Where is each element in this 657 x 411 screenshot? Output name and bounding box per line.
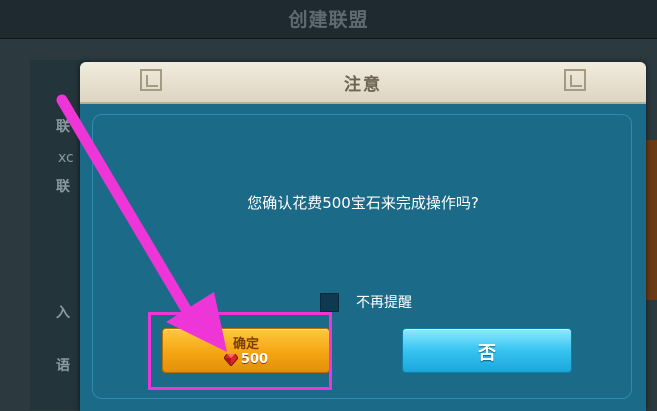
ornament-icon <box>564 69 586 91</box>
dialog-title-bar: 注意 <box>80 62 646 104</box>
dialog-title: 注意 <box>344 75 382 95</box>
background-label: xc <box>58 150 74 166</box>
dont-remind-label: 不再提醒 <box>356 295 412 311</box>
no-button[interactable]: 否 <box>402 328 572 373</box>
background-header-title: 创建联盟 <box>288 9 369 31</box>
game-screen: 创建联盟 联 xc 联 入 语 注意 您确认花费500宝石来完成操作吗? 不再提… <box>0 0 657 411</box>
dont-remind-checkbox[interactable] <box>320 292 339 312</box>
background-label: 入 <box>56 305 70 321</box>
annotation-highlight-box <box>148 312 332 390</box>
no-button-label: 否 <box>478 343 496 364</box>
dont-remind-option[interactable]: 不再提醒 <box>320 291 412 313</box>
background-label: 语 <box>56 358 70 374</box>
background-header: 创建联盟 <box>0 0 657 39</box>
background-label: 联 <box>56 179 70 195</box>
background-label: 联 <box>56 119 70 135</box>
dialog-message: 您确认花费500宝石来完成操作吗? <box>247 194 479 212</box>
